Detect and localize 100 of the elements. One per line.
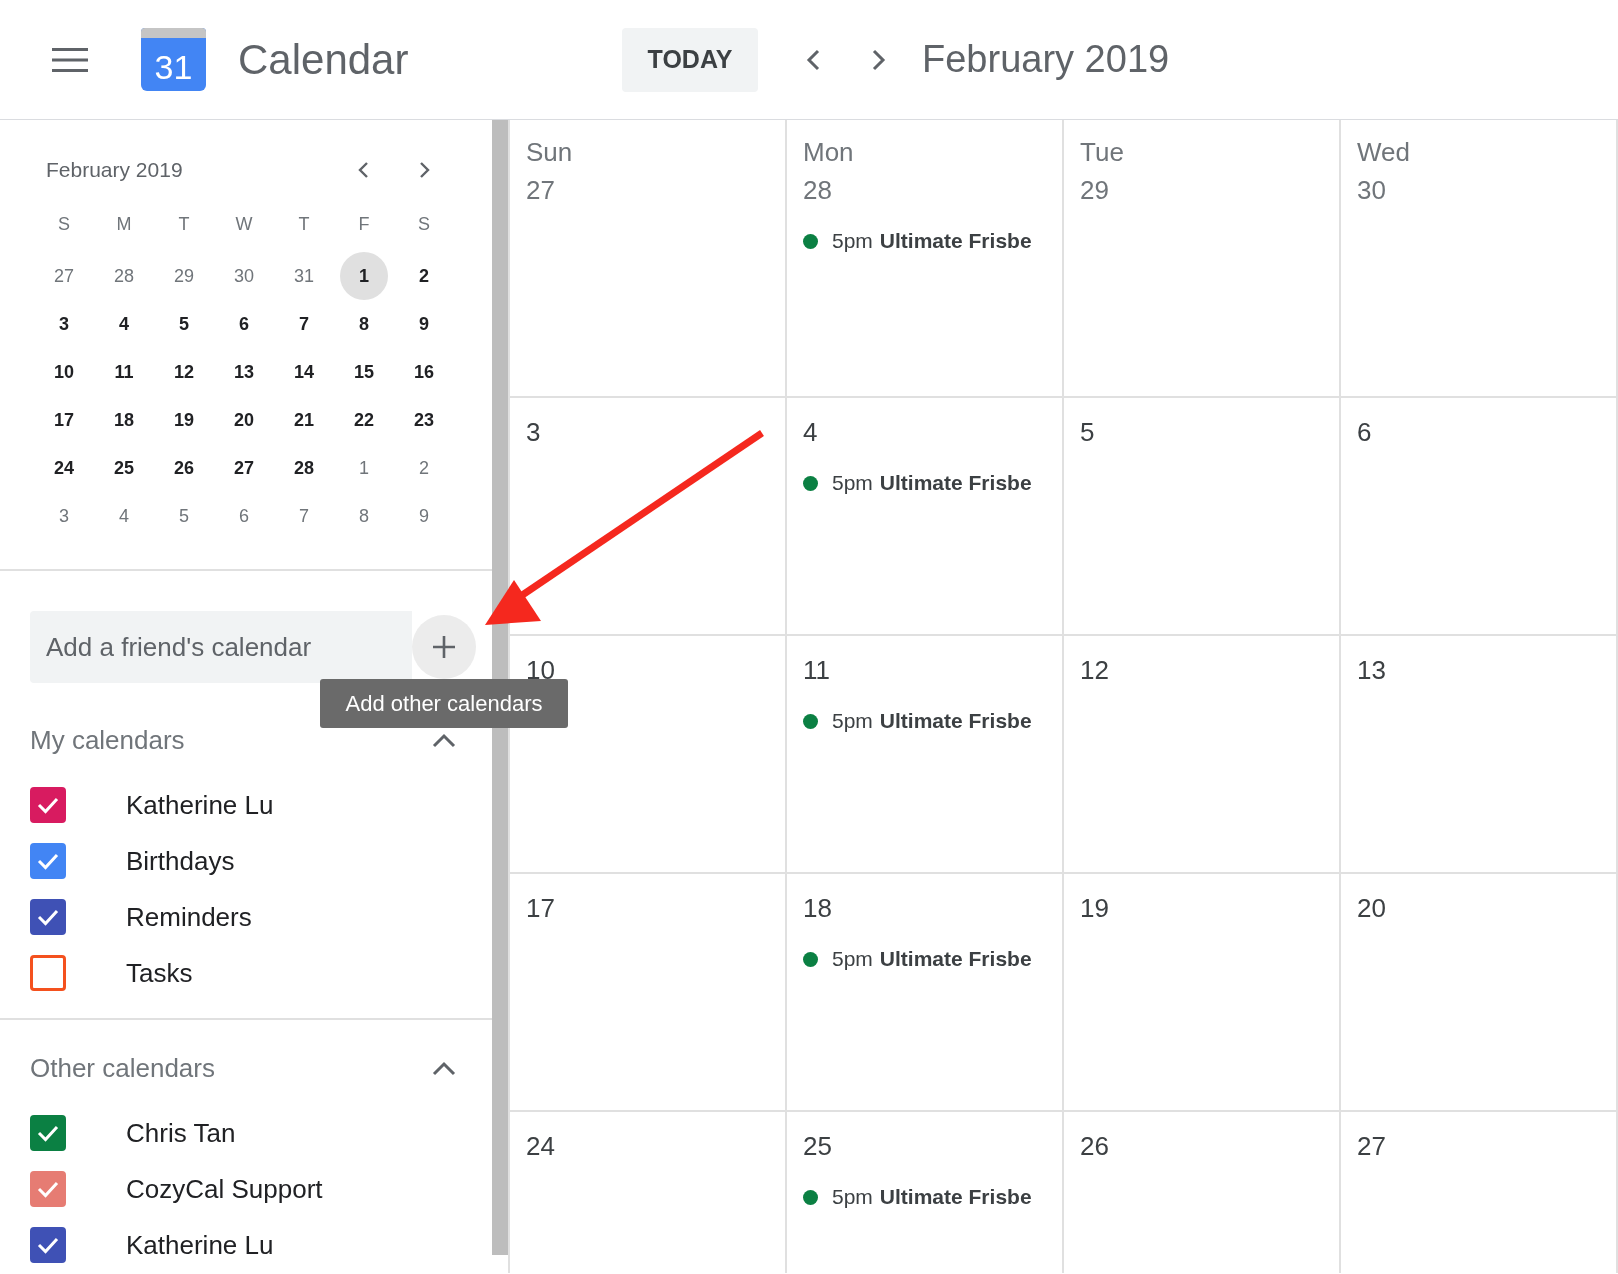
add-calendar-field[interactable]: Add a friend's calendar — [30, 611, 412, 683]
day-cell[interactable]: 24 — [510, 1112, 787, 1273]
event-dot-icon — [803, 233, 818, 249]
day-cell[interactable]: 20 — [1341, 874, 1618, 1110]
mini-calendar-day[interactable]: 18 — [100, 396, 148, 444]
date-number: 28 — [803, 174, 833, 207]
mini-calendar-day[interactable]: 17 — [40, 396, 88, 444]
checkbox[interactable] — [30, 1227, 66, 1263]
section-title: My calendars — [30, 724, 185, 756]
mini-calendar-day[interactable]: 23 — [400, 396, 448, 444]
checkbox[interactable] — [30, 955, 66, 991]
date-number: 5 — [1080, 416, 1096, 449]
day-cell[interactable]: Sun 27 — [510, 120, 787, 396]
mini-calendar-day[interactable]: 6 — [220, 300, 268, 348]
mini-calendar-day[interactable]: 6 — [220, 492, 268, 540]
mini-calendar-day[interactable]: 27 — [220, 444, 268, 492]
day-cell[interactable]: 26 — [1064, 1112, 1341, 1273]
checkbox[interactable] — [30, 1171, 66, 1207]
day-cell[interactable]: 4 5pm Ultimate Frisbe — [787, 398, 1064, 634]
mini-calendar-title: February 2019 — [45, 158, 184, 182]
mini-calendar-day[interactable]: 5 — [160, 492, 208, 540]
checkbox[interactable] — [30, 899, 66, 935]
weekday-label: Mon — [803, 136, 855, 169]
checkbox[interactable] — [30, 843, 66, 879]
day-cell[interactable]: 17 — [510, 874, 787, 1110]
weekday-label: S — [418, 213, 430, 235]
mini-calendar-day[interactable]: 27 — [40, 252, 88, 300]
date-number: 29 — [1080, 174, 1110, 207]
mini-calendar-day[interactable]: 24 — [40, 444, 88, 492]
calendar-name: Chris Tan — [126, 1117, 236, 1149]
day-cell[interactable]: 27 — [1341, 1112, 1618, 1273]
mini-calendar-day[interactable]: 30 — [220, 252, 268, 300]
mini-calendar-day[interactable]: 25 — [100, 444, 148, 492]
date-number: 11 — [803, 654, 831, 687]
mini-calendar-day[interactable]: 15 — [340, 348, 388, 396]
mini-calendar-day[interactable]: 26 — [160, 444, 208, 492]
mini-calendar-day[interactable]: 9 — [400, 300, 448, 348]
mini-calendar-day[interactable]: 11 — [100, 348, 148, 396]
event-time[interactable]: 5pm — [832, 471, 873, 495]
mini-calendar-day[interactable]: 28 — [280, 444, 328, 492]
mini-calendar-day[interactable]: 20 — [220, 396, 268, 444]
weekday-label: T — [178, 213, 190, 235]
day-cell[interactable]: Mon 28 5pm Ultimate Frisbe — [787, 120, 1064, 396]
event-time[interactable]: 5pm — [832, 229, 873, 253]
mini-calendar-day[interactable]: 5 — [160, 300, 208, 348]
mini-calendar-day[interactable]: 19 — [160, 396, 208, 444]
menu-icon[interactable] — [52, 47, 88, 72]
mini-calendar-day[interactable]: 22 — [340, 396, 388, 444]
day-cell[interactable]: 25 5pm Ultimate Frisbe — [787, 1112, 1064, 1273]
mini-calendar-day[interactable]: 7 — [280, 300, 328, 348]
date-number: 27 — [526, 174, 556, 207]
mini-calendar-day[interactable]: 21 — [280, 396, 328, 444]
mini-calendar-day[interactable]: 10 — [40, 348, 88, 396]
date-number: 19 — [1080, 892, 1110, 925]
mini-calendar-day[interactable]: 13 — [220, 348, 268, 396]
event-title[interactable]: Ultimate Frisbe — [879, 471, 1032, 495]
event-title[interactable]: Ultimate Frisbe — [879, 229, 1032, 253]
mini-calendar-day[interactable]: 2 — [400, 252, 448, 300]
date-number: 26 — [1080, 1130, 1110, 1163]
mini-calendar-day[interactable]: 4 — [100, 300, 148, 348]
mini-calendar-day[interactable]: 29 — [160, 252, 208, 300]
event-dot-icon — [803, 713, 818, 729]
checkbox[interactable] — [30, 1115, 66, 1151]
date-number: 24 — [526, 1130, 556, 1163]
mini-calendar-day[interactable]: 16 — [400, 348, 448, 396]
day-cell[interactable]: 5 — [1064, 398, 1341, 634]
event-title[interactable]: Ultimate Frisbe — [879, 1185, 1032, 1209]
day-cell[interactable]: Wed 30 — [1341, 120, 1618, 396]
day-cell[interactable]: 11 5pm Ultimate Frisbe — [787, 636, 1064, 872]
mini-calendar-day[interactable]: 28 — [100, 252, 148, 300]
mini-calendar-day[interactable]: 31 — [280, 252, 328, 300]
day-cell[interactable]: Tue 29 — [1064, 120, 1341, 396]
event-dot-icon — [803, 1189, 818, 1205]
mini-calendar-day[interactable]: 4 — [100, 492, 148, 540]
mini-calendar-day[interactable]: 3 — [40, 300, 88, 348]
event-title[interactable]: Ultimate Frisbe — [879, 709, 1032, 733]
mini-calendar-day[interactable]: 8 — [340, 492, 388, 540]
mini-calendar-day[interactable]: 2 — [400, 444, 448, 492]
mini-calendar-day[interactable]: 1 — [340, 444, 388, 492]
event-time[interactable]: 5pm — [832, 1185, 873, 1209]
mini-calendar-day[interactable]: 9 — [400, 492, 448, 540]
day-cell[interactable]: 13 — [1341, 636, 1618, 872]
chevron-icon[interactable] — [432, 732, 456, 748]
mini-calendar-day[interactable]: 14 — [280, 348, 328, 396]
mini-calendar-day[interactable]: 1 — [340, 252, 388, 300]
mini-calendar-day[interactable]: 8 — [340, 300, 388, 348]
event-title[interactable]: Ultimate Frisbe — [879, 947, 1032, 971]
chevron-icon[interactable] — [432, 1060, 456, 1076]
mini-calendar-day[interactable]: 3 — [40, 492, 88, 540]
day-cell[interactable]: 6 — [1341, 398, 1618, 634]
date-number: 25 — [803, 1130, 833, 1163]
mini-calendar-day[interactable]: 7 — [280, 492, 328, 540]
mini-calendar-day[interactable]: 12 — [160, 348, 208, 396]
today-button[interactable]: TODAY — [622, 27, 758, 92]
checkbox[interactable] — [30, 787, 66, 823]
event-time[interactable]: 5pm — [832, 947, 873, 971]
day-cell[interactable]: 12 — [1064, 636, 1341, 872]
event-time[interactable]: 5pm — [832, 709, 873, 733]
day-cell[interactable]: 18 5pm Ultimate Frisbe — [787, 874, 1064, 1110]
day-cell[interactable]: 19 — [1064, 874, 1341, 1110]
